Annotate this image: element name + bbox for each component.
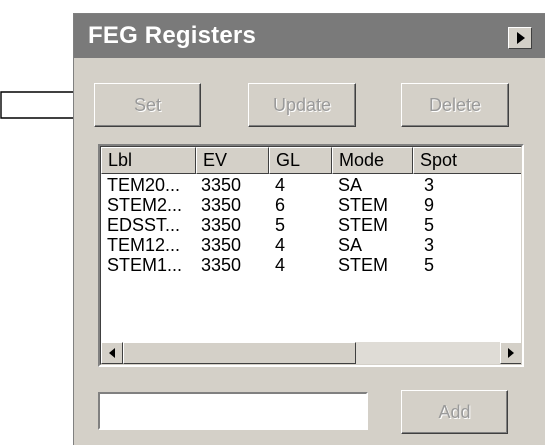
arrow-right-icon [508,348,514,358]
table-row[interactable]: EDSST... 3350 5 STEM 5 [101,215,521,235]
delete-button[interactable]: Delete [401,83,509,127]
panel-title: FEG Registers [88,22,256,49]
table-row[interactable]: STEM1... 3350 4 STEM 5 [101,255,521,275]
set-button[interactable]: Set [94,83,201,127]
add-button[interactable]: Add [401,390,508,434]
scroll-left-button[interactable] [101,342,123,364]
cell-mode: STEM [338,195,389,215]
cell-ev: 3350 [201,195,242,215]
cell-spot: 3 [424,235,435,255]
cell-mode: SA [338,175,363,195]
cell-mode: STEM [338,215,389,235]
list-rows: TEM20... 3350 4 SA 3 STEM2... 3350 6 STE… [101,175,521,275]
cell-gl: 6 [275,195,286,215]
cell-gl: 4 [275,235,286,255]
registers-list[interactable]: Lbl EV GL Mode Spot TEM20... 3350 4 SA 3… [98,144,524,367]
scroll-right-button[interactable] [500,342,521,364]
cell-mode: STEM [338,255,389,275]
cell-spot: 5 [424,215,435,235]
cell-spot: 5 [424,255,435,275]
column-header-gl[interactable]: GL [269,147,332,174]
cell-lbl: STEM1... [107,255,183,275]
cell-mode: SA [338,235,363,255]
register-name-input[interactable] [98,392,368,430]
table-row[interactable]: TEM12... 3350 4 SA 3 [101,235,521,255]
table-row[interactable]: STEM2... 3350 6 STEM 9 [101,195,521,215]
scrollbar-thumb[interactable] [123,342,356,364]
update-button[interactable]: Update [248,83,356,127]
column-header-ev[interactable]: EV [196,147,269,174]
cell-lbl: STEM2... [107,195,183,215]
cell-ev: 3350 [201,175,242,195]
cell-ev: 3350 [201,255,242,275]
column-header-lbl[interactable]: Lbl [101,147,196,174]
panel-titlebar: FEG Registers [74,14,545,58]
horizontal-scrollbar[interactable] [101,342,521,364]
cell-lbl: EDSST... [107,215,181,235]
list-header: Lbl EV GL Mode Spot [101,147,521,174]
triangle-right-icon [517,32,525,44]
arrow-left-icon [109,348,115,358]
cell-ev: 3350 [201,235,242,255]
cell-ev: 3350 [201,215,242,235]
cell-gl: 5 [275,215,286,235]
collapse-button[interactable] [508,27,532,49]
table-row[interactable]: TEM20... 3350 4 SA 3 [101,175,521,195]
cell-spot: 9 [424,195,435,215]
cell-spot: 3 [424,175,435,195]
cell-lbl: TEM12... [107,235,181,255]
cell-gl: 4 [275,175,286,195]
column-header-mode[interactable]: Mode [332,147,413,174]
cell-gl: 4 [275,255,286,275]
feg-registers-panel: FEG Registers Set Update Delete Lbl EV G… [73,13,545,445]
cell-lbl: TEM20... [107,175,181,195]
column-header-spot[interactable]: Spot [413,147,521,174]
